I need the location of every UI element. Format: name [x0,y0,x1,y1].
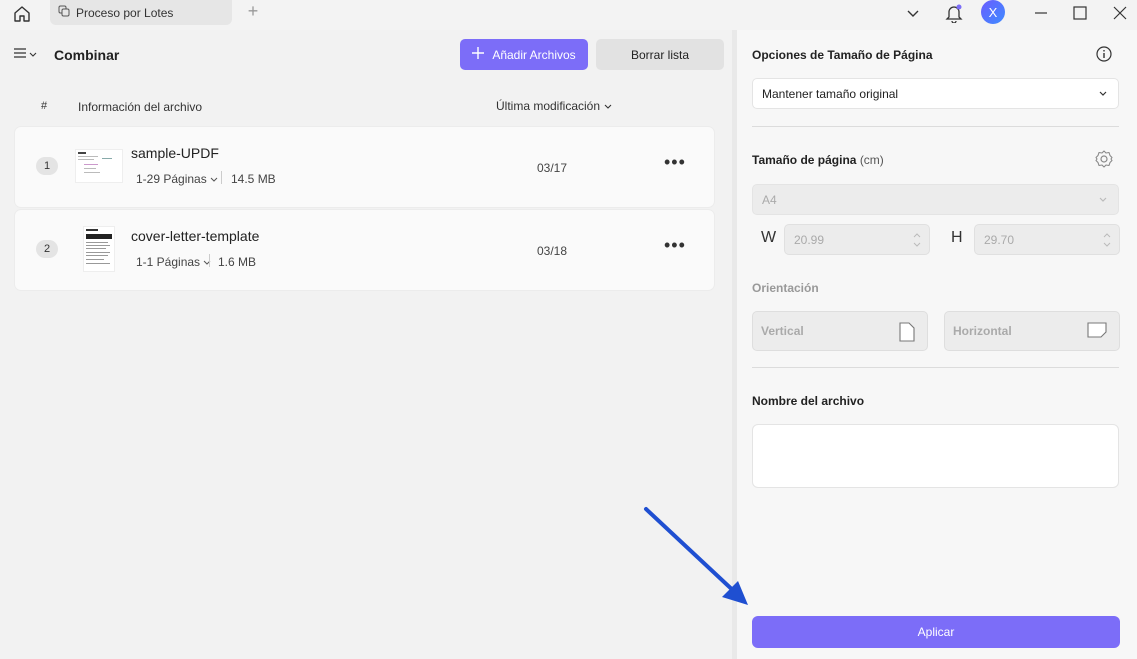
options-panel: Opciones de Tamaño de Página Mantener ta… [737,30,1137,659]
chevron-down-icon [29,47,37,61]
maximize-icon[interactable] [1071,2,1089,24]
chevron-down-icon [210,172,218,186]
spinner-icon [913,232,921,251]
page-size-mode-select[interactable]: Mantener tamaño original [752,78,1119,109]
batch-icon [58,5,70,20]
column-header-number: # [41,100,48,112]
divider [209,254,210,267]
height-value: 29.70 [984,232,1015,247]
page-range-label: 1-29 Páginas [136,172,207,186]
more-options-icon[interactable]: ••• [664,236,685,256]
hamburger-icon [14,47,26,62]
page-size-options-label: Opciones de Tamaño de Página [752,48,933,62]
clear-list-button[interactable]: Borrar lista [596,39,724,70]
tab-batch-process[interactable]: Proceso por Lotes [50,0,232,25]
row-index: 1 [36,157,58,175]
chevron-down-icon [1098,193,1108,207]
file-size: 1.6 MB [218,255,257,269]
gear-icon[interactable] [1094,149,1114,169]
paper-size-select: A4 [752,184,1119,215]
file-date: 03/18 [537,244,568,258]
orientation-horizontal-label: Horizontal [953,324,1012,338]
minimize-icon[interactable] [1032,2,1050,24]
height-label: H [951,229,963,246]
avatar[interactable]: X [981,0,1005,24]
plus-icon [472,47,485,62]
column-header-info: Información del archivo [78,100,203,114]
spinner-icon [1103,232,1111,251]
avatar-letter: X [988,4,998,20]
divider [752,126,1119,127]
file-thumbnail [83,226,115,272]
portrait-page-icon [899,322,915,345]
home-icon[interactable] [10,3,34,25]
add-files-button[interactable]: Añadir Archivos [460,39,588,70]
more-options-icon[interactable]: ••• [664,153,685,173]
chevron-down-icon [604,99,612,113]
page-title: Combinar [54,47,120,63]
menu-button[interactable] [14,45,42,63]
table-row[interactable]: 2 cover-letter-template 1-1 Páginas 1.6 … [15,210,714,290]
page-size-label: Tamaño de página (cm) [752,153,884,167]
file-list-panel: Combinar Añadir Archivos Borrar lista # … [0,30,732,659]
page-range-label: 1-1 Páginas [136,255,201,269]
close-icon[interactable] [1111,2,1129,24]
column-header-modified-label: Última modificación [496,99,601,113]
landscape-page-icon [1087,322,1107,341]
row-index: 2 [36,240,58,258]
filename-field[interactable] [752,424,1119,488]
divider [752,367,1119,368]
page-size-label-text: Tamaño de página [752,153,857,167]
divider [221,171,222,184]
annotation-arrow-icon [644,507,748,605]
page-size-unit: (cm) [859,153,884,167]
file-name: cover-letter-template [131,228,260,244]
orientation-horizontal-button: Horizontal [944,311,1120,351]
file-thumbnail [75,149,123,183]
page-size-mode-value: Mantener tamaño original [762,86,899,101]
new-tab-icon[interactable]: + [244,2,262,22]
table-row[interactable]: 1 sample-UPDF 1-29 Páginas 14.5 MB 03/17… [15,127,714,207]
paper-size-value: A4 [762,192,777,207]
page-range-dropdown[interactable]: 1-1 Páginas [136,255,211,269]
column-header-modified[interactable]: Última modificación [496,99,612,113]
chevron-down-icon [1098,87,1108,101]
file-name: sample-UPDF [131,145,219,161]
bell-icon[interactable] [943,2,965,24]
page-range-dropdown[interactable]: 1-29 Páginas [136,172,218,186]
filename-label: Nombre del archivo [752,394,865,408]
orientation-label: Orientación [752,281,819,295]
add-files-label: Añadir Archivos [492,47,576,62]
tab-label: Proceso por Lotes [76,5,174,20]
chevron-down-icon[interactable] [903,2,923,24]
apply-button[interactable]: Aplicar [752,616,1120,648]
title-bar: Proceso por Lotes + X [0,0,1137,30]
file-size: 14.5 MB [231,172,276,186]
file-date: 03/17 [537,161,568,175]
height-input: 29.70 [974,224,1120,255]
width-input: 20.99 [784,224,930,255]
orientation-vertical-label: Vertical [761,324,804,338]
orientation-vertical-button: Vertical [752,311,928,351]
width-value: 20.99 [794,232,825,247]
info-icon[interactable] [1096,46,1112,62]
width-label: W [761,229,777,246]
